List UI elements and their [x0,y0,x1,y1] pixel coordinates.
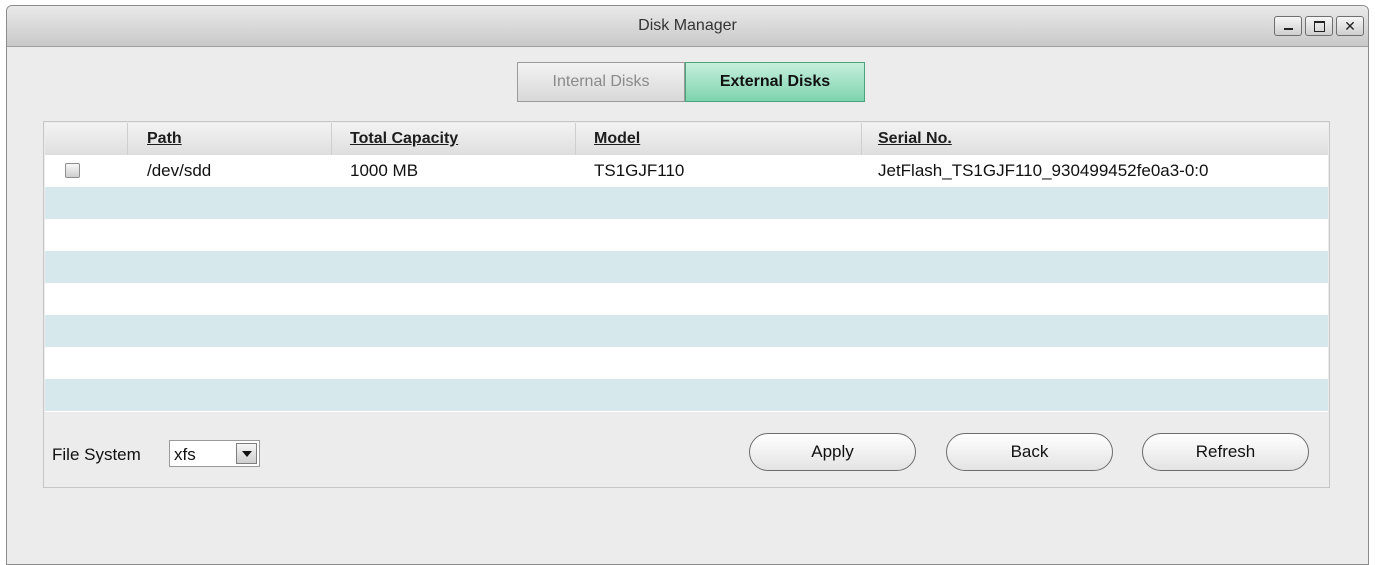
window-controls: ✕ [1274,16,1364,36]
chevron-down-icon[interactable] [236,443,257,464]
title-bar[interactable]: Disk Manager ✕ [7,6,1368,47]
empty-row [45,315,1328,347]
maximize-icon [1306,17,1332,35]
empty-row [45,251,1328,283]
cell-serial-no: JetFlash_TS1GJF110_930499452fe0a3-0:0 [878,161,1209,180]
disk-panel: Path Total Capacity Model Serial No. /de… [43,121,1330,488]
empty-row [45,379,1328,411]
column-header-total-capacity[interactable]: Total Capacity [350,130,458,148]
disk-tabs: Internal Disks External Disks [517,62,865,102]
tab-internal-disks[interactable]: Internal Disks [517,62,685,102]
refresh-button[interactable]: Refresh [1142,433,1309,471]
apply-button[interactable]: Apply [749,433,916,471]
empty-row [45,187,1328,219]
table-rows: /dev/sdd 1000 MB TS1GJF110 JetFlash_TS1G… [45,155,1328,411]
window-title: Disk Manager [638,17,737,34]
column-header-model[interactable]: Model [594,130,640,148]
row-checkbox[interactable] [65,163,80,178]
empty-row [45,219,1328,251]
column-divider [331,123,332,155]
maximize-button[interactable] [1305,16,1333,36]
disk-table: Path Total Capacity Model Serial No. /de… [45,123,1328,412]
column-divider [127,123,128,155]
file-system-label: File System [52,445,141,464]
tab-external-disks[interactable]: External Disks [685,62,865,102]
cell-model: TS1GJF110 [594,161,685,180]
file-system-value: xfs [174,445,196,464]
column-divider [575,123,576,155]
close-button[interactable]: ✕ [1336,16,1364,36]
column-divider [861,123,862,155]
empty-row [45,283,1328,315]
file-system-select[interactable]: xfs [169,440,260,467]
disk-manager-window: Disk Manager ✕ Internal Disks External D… [6,5,1369,565]
column-header-path[interactable]: Path [147,130,182,148]
minimize-button[interactable] [1274,16,1302,36]
empty-row [45,347,1328,379]
cell-total-capacity: 1000 MB [350,161,419,180]
table-row[interactable]: /dev/sdd 1000 MB TS1GJF110 JetFlash_TS1G… [45,155,1328,187]
back-button[interactable]: Back [946,433,1113,471]
minimize-icon [1275,17,1301,35]
cell-path: /dev/sdd [147,161,212,180]
table-header: Path Total Capacity Model Serial No. [45,123,1328,156]
column-header-serial-no[interactable]: Serial No. [878,130,952,148]
close-icon: ✕ [1344,18,1356,34]
